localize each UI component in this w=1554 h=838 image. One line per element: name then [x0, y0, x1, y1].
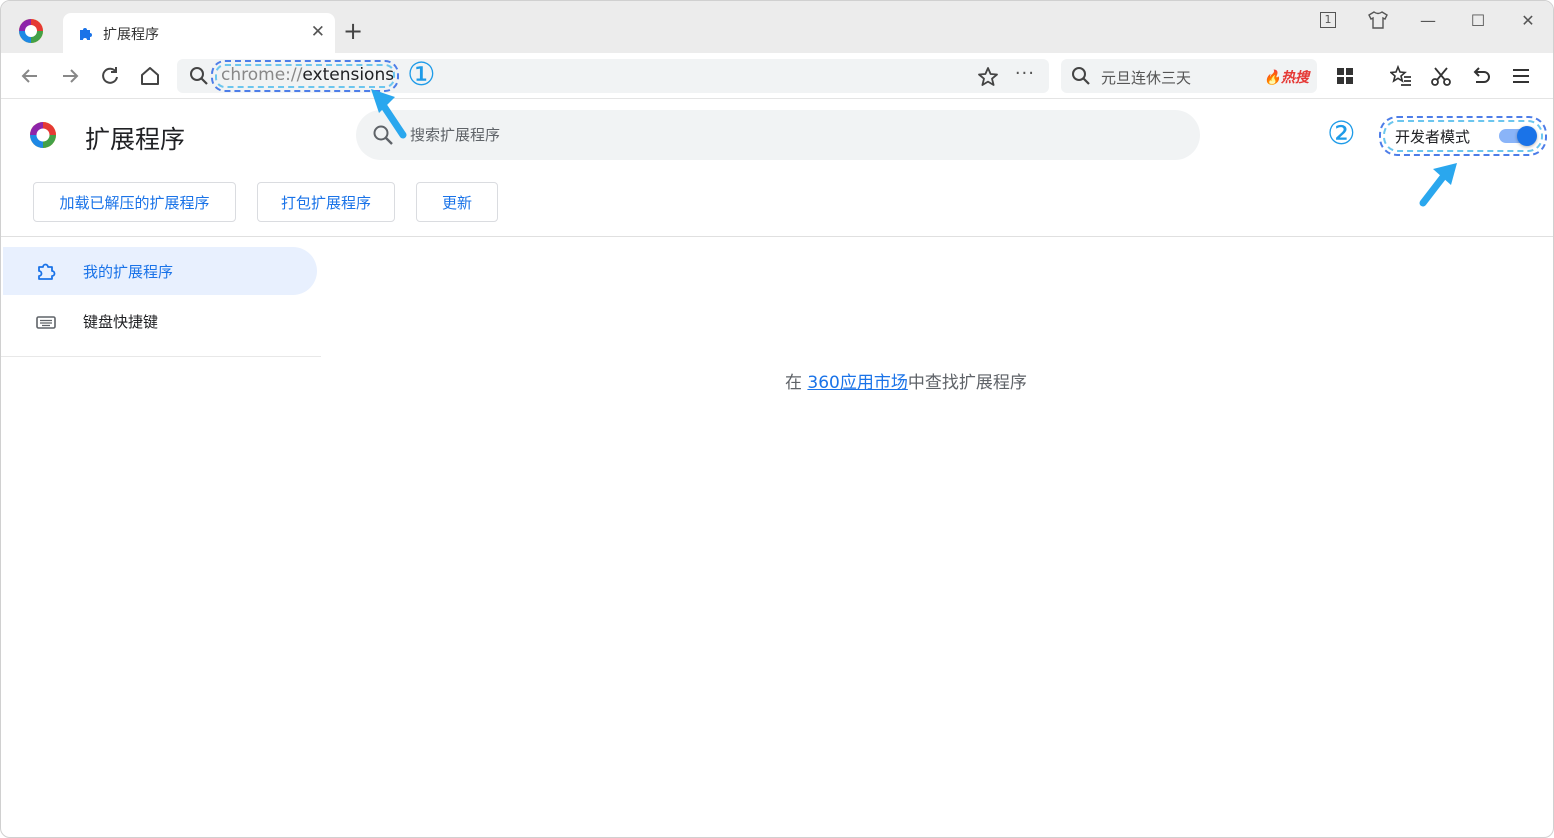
new-tab-button[interactable]: + — [343, 19, 363, 43]
sidebar-item-label: 键盘快捷键 — [83, 313, 159, 331]
tab-close-icon[interactable]: ✕ — [311, 22, 325, 42]
forward-button[interactable] — [55, 61, 85, 91]
window-controls: 1 — ☐ ✕ — [1303, 5, 1553, 35]
screenshot-button[interactable] — [1429, 64, 1453, 88]
hamburger-menu-icon — [1513, 69, 1529, 83]
menu-button[interactable] — [1509, 64, 1533, 88]
annotation-arrow-2-icon — [1419, 163, 1457, 207]
tab-count-button[interactable]: 1 — [1303, 5, 1353, 35]
apps-button[interactable] — [1333, 64, 1357, 88]
arrow-right-icon — [63, 69, 79, 83]
search-suggestion-text: 元旦连休三天 — [1101, 69, 1192, 87]
hot-search-badge[interactable]: 🔥热搜 — [1264, 67, 1309, 87]
sidebar-divider — [1, 356, 321, 357]
search-icon — [1072, 67, 1090, 85]
annotation-arrow-1-icon — [371, 89, 407, 139]
tab-title: 扩展程序 — [103, 27, 159, 43]
annotation-devmode-highlight-inner — [1383, 120, 1543, 152]
more-options-icon[interactable]: ··· — [1015, 63, 1035, 84]
update-button[interactable]: 更新 — [416, 182, 498, 222]
search-icon — [190, 67, 208, 85]
empty-prefix: 在 — [785, 373, 808, 393]
reload-button[interactable] — [95, 61, 125, 91]
sidebar-item-my-extensions[interactable]: 我的扩展程序 — [3, 247, 317, 295]
load-unpacked-button[interactable]: 加载已解压的扩展程序 — [33, 182, 236, 222]
skin-button[interactable] — [1353, 5, 1403, 35]
extensions-search-input[interactable] — [410, 122, 1170, 148]
empty-suffix: 中查找扩展程序 — [907, 373, 1027, 393]
search-box[interactable]: 元旦连休三天 🔥热搜 — [1061, 59, 1317, 93]
maximize-button[interactable]: ☐ — [1453, 5, 1503, 35]
tab-strip: 扩展程序 ✕ + 1 — ☐ ✕ — [1, 1, 1553, 53]
extensions-search[interactable] — [356, 110, 1200, 160]
undo-icon — [1473, 67, 1490, 83]
header-divider — [1, 236, 1553, 237]
app-store-link[interactable]: 360应用市场 — [807, 373, 907, 393]
undo-close-button[interactable] — [1469, 64, 1493, 88]
tab-extensions[interactable]: 扩展程序 ✕ — [63, 13, 335, 53]
star-icon[interactable] — [977, 66, 999, 88]
arrow-left-icon — [21, 69, 37, 83]
reload-icon — [102, 67, 118, 84]
shirt-icon — [1368, 11, 1388, 29]
puzzle-icon — [80, 28, 92, 40]
home-icon — [141, 67, 159, 85]
browser-logo-icon[interactable] — [17, 17, 45, 45]
page-title: 扩展程序 — [85, 125, 186, 154]
home-button[interactable] — [135, 61, 165, 91]
close-window-button[interactable]: ✕ — [1503, 5, 1553, 35]
tab-count-icon: 1 — [1320, 12, 1336, 28]
sidebar-item-label: 我的扩展程序 — [83, 263, 174, 281]
scissors-icon — [1431, 67, 1451, 86]
empty-state-message: 在 360应用市场中查找扩展程序 — [785, 368, 1027, 393]
favorites-button[interactable] — [1389, 64, 1413, 88]
sidebar-item-keyboard-shortcuts[interactable]: 键盘快捷键 — [3, 297, 317, 345]
keyboard-icon — [36, 316, 56, 329]
grid-icon — [1337, 68, 1353, 84]
annotation-step-2: ② — [1327, 114, 1356, 152]
browser-window: 扩展程序 ✕ + 1 — ☐ ✕ chrome://extensions ···… — [0, 0, 1554, 838]
favorites-list-icon — [1390, 65, 1411, 86]
back-button[interactable] — [15, 61, 45, 91]
pack-extension-button[interactable]: 打包扩展程序 — [257, 182, 395, 222]
browser-logo-icon — [30, 122, 56, 148]
minimize-button[interactable]: — — [1403, 5, 1453, 35]
puzzle-icon — [38, 263, 56, 280]
